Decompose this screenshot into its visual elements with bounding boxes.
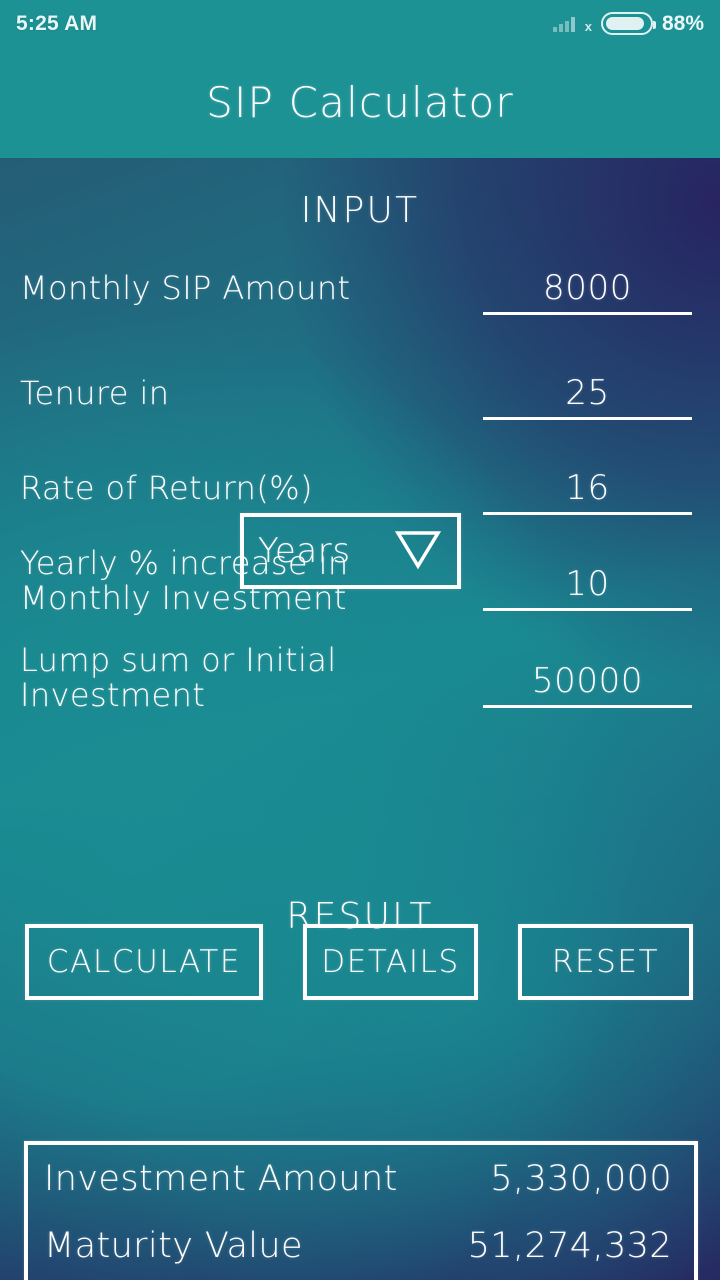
page-title: SIP Calculator — [206, 78, 514, 127]
rate-of-return-input[interactable]: 16 — [483, 468, 692, 515]
result-row-investment-amount: Investment Amount 5,330,000 — [44, 1159, 672, 1226]
tenure-value-input[interactable]: 25 — [483, 373, 692, 420]
result-label-maturity-value: Maturity Value — [44, 1226, 303, 1266]
status-bar: 5:25 AM x 88% — [0, 0, 720, 47]
content-area: INPUT Monthly SIP Amount 8000 Tenure in … — [0, 158, 720, 1280]
app-screen: 5:25 AM x 88% SIP Calculator INPUT Month… — [0, 0, 720, 1280]
battery-percent-label: 88% — [661, 11, 704, 35]
signal-bars-no-service-icon — [552, 15, 575, 32]
label-monthly-sip-amount: Monthly SIP Amount — [20, 269, 351, 307]
label-yearly-increase: Yearly % increase in Monthly Investment — [20, 544, 349, 617]
label-lump-sum: Lump sum or Initial Investment — [20, 641, 337, 714]
result-label-investment-amount: Investment Amount — [44, 1159, 398, 1199]
label-rate-of-return: Rate of Return(%) — [20, 469, 313, 507]
status-bar-indicators: x 88% — [552, 11, 704, 36]
yearly-increase-input[interactable]: 10 — [483, 564, 692, 611]
result-row-maturity-value: Maturity Value 51,274,332 — [44, 1226, 672, 1280]
input-section-title: INPUT — [300, 190, 420, 231]
label-tenure-in: Tenure in — [20, 374, 170, 412]
battery-icon — [600, 12, 656, 35]
monthly-sip-amount-input[interactable]: 8000 — [483, 268, 692, 315]
result-section-title: RESULT — [286, 896, 434, 937]
app-bar: SIP Calculator — [0, 47, 720, 158]
no-sim-x-icon: x — [584, 19, 592, 34]
result-box: Investment Amount 5,330,000 Maturity Val… — [24, 1141, 698, 1280]
status-bar-clock: 5:25 AM — [16, 11, 98, 35]
lump-sum-input[interactable]: 50000 — [483, 661, 692, 708]
result-value-investment-amount: 5,330,000 — [490, 1159, 672, 1199]
result-value-maturity-value: 51,274,332 — [467, 1226, 672, 1266]
